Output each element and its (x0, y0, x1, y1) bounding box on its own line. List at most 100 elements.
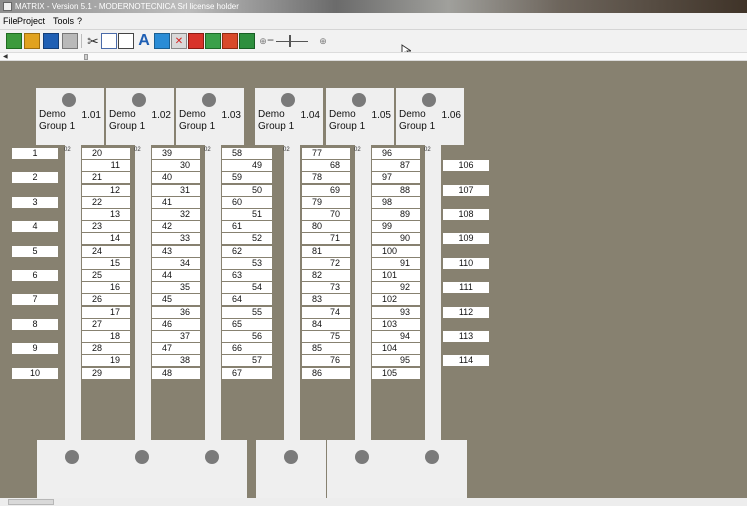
label-cell[interactable]: 54 (222, 282, 272, 294)
label-cell[interactable]: 93 (372, 306, 420, 318)
label-cell[interactable]: 88 (372, 184, 420, 196)
undo-icon[interactable] (154, 33, 170, 49)
label-cell[interactable]: 70 (302, 209, 350, 220)
label-cell[interactable]: 87 (372, 160, 420, 172)
label-cell[interactable]: 9 (12, 343, 58, 355)
label-cell[interactable]: 47 (152, 343, 200, 355)
menu-help[interactable]: ? (77, 13, 82, 30)
label-cell[interactable]: 4 (12, 221, 58, 233)
label-cell[interactable]: 85 (302, 343, 350, 355)
label-cell[interactable]: 1 (12, 148, 58, 159)
label-cell[interactable]: 23 (82, 221, 130, 233)
label-cell[interactable]: 22 (82, 196, 130, 208)
label-cell[interactable]: 109 (443, 233, 489, 245)
label-cell[interactable]: 8 (12, 318, 58, 330)
label-cell[interactable]: 25 (82, 270, 130, 281)
label-cell[interactable]: 111 (443, 282, 489, 294)
card-top-1[interactable]: Demo Group 1 1.01 (36, 88, 104, 145)
label-cell[interactable]: 33 (152, 233, 200, 245)
color-icon[interactable] (222, 33, 238, 49)
label-cell[interactable]: 38 (152, 355, 200, 367)
label-cell[interactable]: 14 (82, 233, 130, 245)
label-cell[interactable]: 61 (222, 221, 272, 233)
label-cell[interactable]: 64 (222, 294, 272, 306)
label-cell[interactable]: 99 (372, 221, 420, 233)
label-cell[interactable]: 39 (152, 148, 200, 159)
paste-icon[interactable] (118, 33, 134, 49)
label-cell[interactable]: 106 (443, 160, 489, 172)
new-icon[interactable] (6, 33, 22, 49)
label-cell[interactable]: 71 (302, 233, 350, 245)
label-cell[interactable]: 3 (12, 196, 58, 208)
label-cell[interactable]: 82 (302, 270, 350, 281)
label-cell[interactable]: 24 (82, 245, 130, 257)
label-cell[interactable]: 19 (82, 355, 130, 367)
label-cell[interactable]: 83 (302, 294, 350, 306)
label-cell[interactable]: 63 (222, 270, 272, 281)
label-cell[interactable]: 97 (372, 172, 420, 184)
scroll-left-icon[interactable]: ◀ (3, 53, 8, 61)
label-cell[interactable]: 41 (152, 196, 200, 208)
zoom-slider[interactable] (276, 41, 308, 42)
label-cell[interactable]: 55 (222, 306, 272, 318)
label-cell[interactable]: 30 (152, 160, 200, 172)
horizontal-scrollbar[interactable]: ◀ (0, 52, 747, 61)
text-icon[interactable]: A (136, 32, 152, 49)
label-cell[interactable]: 105 (372, 367, 420, 379)
label-cell[interactable]: 75 (302, 331, 350, 342)
label-cell[interactable]: 16 (82, 282, 130, 294)
label-cell[interactable]: 103 (372, 318, 420, 330)
label-cell[interactable]: 107 (443, 184, 489, 196)
label-cell[interactable]: 26 (82, 294, 130, 306)
card-top-2[interactable]: Demo Group 1 1.02 (106, 88, 174, 145)
label-cell[interactable]: 98 (372, 196, 420, 208)
label-cell[interactable]: 46 (152, 318, 200, 330)
label-cell[interactable]: 110 (443, 257, 489, 269)
card-top-3[interactable]: Demo Group 1 1.03 (176, 88, 244, 145)
label-cell[interactable]: 32 (152, 209, 200, 220)
label-cell[interactable]: 36 (152, 306, 200, 318)
label-cell[interactable]: 90 (372, 233, 420, 245)
label-cell[interactable]: 78 (302, 172, 350, 184)
zoom-out-icon[interactable]: ⊕ (315, 33, 331, 49)
label-cell[interactable]: 68 (302, 160, 350, 172)
label-cell[interactable]: 27 (82, 318, 130, 330)
label-cell[interactable]: 96 (372, 148, 420, 159)
label-cell[interactable]: 80 (302, 221, 350, 233)
label-cell[interactable]: 35 (152, 282, 200, 294)
label-cell[interactable]: 10 (12, 367, 58, 379)
label-cell[interactable]: 66 (222, 343, 272, 355)
card-top-5[interactable]: Demo Group 1 1.05 (326, 88, 394, 145)
label-cell[interactable]: 48 (152, 367, 200, 379)
label-cell[interactable]: 84 (302, 318, 350, 330)
label-cell[interactable]: 29 (82, 367, 130, 379)
save-icon[interactable] (43, 33, 59, 49)
cut-icon[interactable]: ✂ (85, 33, 101, 49)
label-cell[interactable]: 65 (222, 318, 272, 330)
label-cell[interactable]: 113 (443, 331, 489, 342)
label-cell[interactable]: 44 (152, 270, 200, 281)
label-cell[interactable]: 114 (443, 355, 489, 367)
label-cell[interactable]: 108 (443, 209, 489, 220)
label-cell[interactable]: 104 (372, 343, 420, 355)
label-cell[interactable]: 92 (372, 282, 420, 294)
label-cell[interactable]: 21 (82, 172, 130, 184)
label-cell[interactable]: 86 (302, 367, 350, 379)
label-cell[interactable]: 102 (372, 294, 420, 306)
label-cell[interactable]: 77 (302, 148, 350, 159)
zoom-slider-thumb[interactable] (289, 35, 291, 47)
label-cell[interactable]: 58 (222, 148, 272, 159)
label-cell[interactable]: 50 (222, 184, 272, 196)
label-cell[interactable]: 69 (302, 184, 350, 196)
label-cell[interactable]: 67 (222, 367, 272, 379)
cancel-icon[interactable]: ✕ (171, 33, 187, 49)
zoom-minus-icon[interactable]: − (267, 33, 274, 47)
image-icon[interactable] (205, 33, 221, 49)
label-cell[interactable]: 31 (152, 184, 200, 196)
label-cell[interactable]: 95 (372, 355, 420, 367)
label-cell[interactable]: 13 (82, 209, 130, 220)
card-top-4[interactable]: Demo Group 1 1.04 (255, 88, 323, 145)
label-cell[interactable]: 40 (152, 172, 200, 184)
export-icon[interactable] (239, 33, 255, 49)
card-top-6[interactable]: Demo Group 1 1.06 (396, 88, 464, 145)
